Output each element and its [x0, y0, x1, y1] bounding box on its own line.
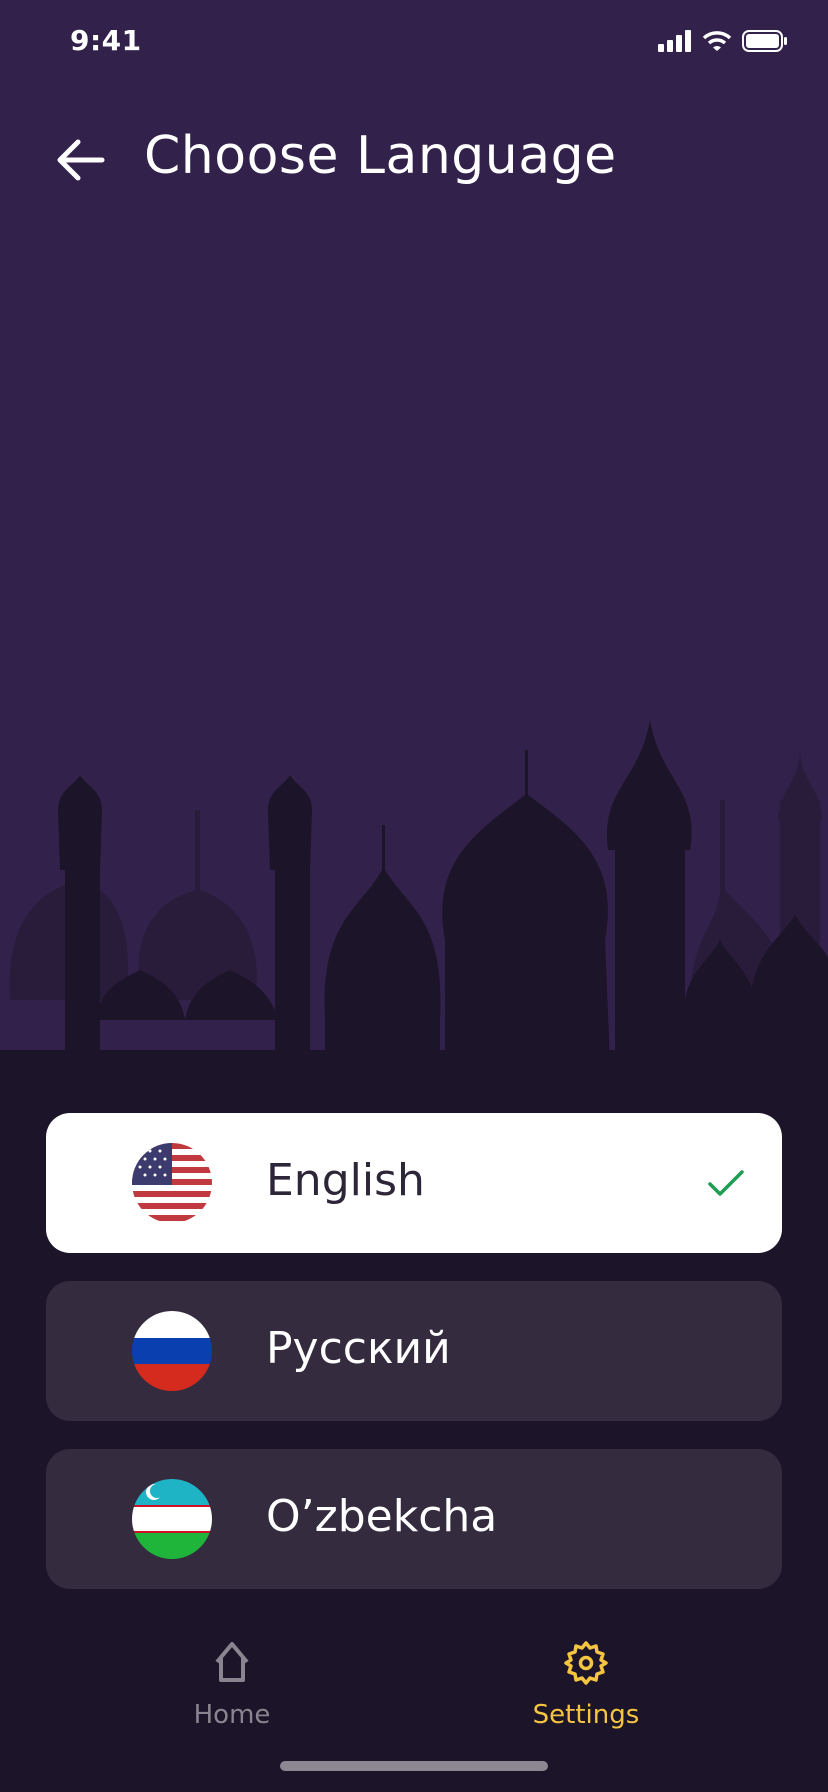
language-option-english[interactable]: English [46, 1113, 782, 1253]
status-bar: 9:41 [0, 22, 828, 62]
signal-icon [658, 30, 691, 52]
gear-icon [564, 1641, 608, 1685]
uz-flag-icon [132, 1479, 212, 1559]
nav-settings[interactable]: Settings [506, 1640, 666, 1730]
ru-flag-icon [132, 1311, 212, 1391]
back-arrow-icon[interactable] [54, 134, 106, 186]
language-option-russian[interactable]: Русский [46, 1281, 782, 1421]
wifi-icon [702, 31, 732, 51]
nav-home-label: Home [193, 1700, 271, 1730]
page-title: Choose Language [144, 126, 617, 186]
nav-home[interactable]: Home [152, 1640, 312, 1730]
us-flag-icon [132, 1143, 212, 1223]
language-option-uzbek[interactable]: O’zbekcha [46, 1449, 782, 1589]
checkmark-icon [708, 1170, 744, 1196]
language-label: Русский [266, 1323, 451, 1374]
home-indicator[interactable] [280, 1761, 548, 1771]
status-time: 9:41 [70, 24, 142, 57]
nav-settings-label: Settings [532, 1700, 640, 1730]
language-label: English [266, 1155, 425, 1206]
battery-icon [742, 30, 787, 52]
language-label: O’zbekcha [266, 1491, 498, 1542]
home-icon [215, 1642, 249, 1682]
mosque-skyline-illustration [0, 720, 828, 1090]
